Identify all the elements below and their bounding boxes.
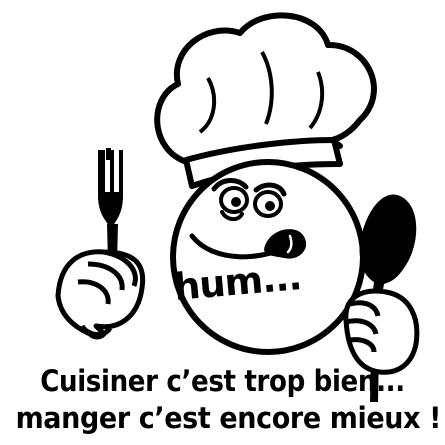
sticker-artwork: hum... Cuisiner c’est trop bien... mange…: [0, 0, 445, 445]
caption-line-1: Cuisiner c’est trop bien...: [40, 364, 405, 398]
hand-icon: [343, 288, 420, 375]
caption-line-2: manger c’est encore mieux !: [15, 401, 442, 435]
hand-icon: [55, 249, 146, 340]
